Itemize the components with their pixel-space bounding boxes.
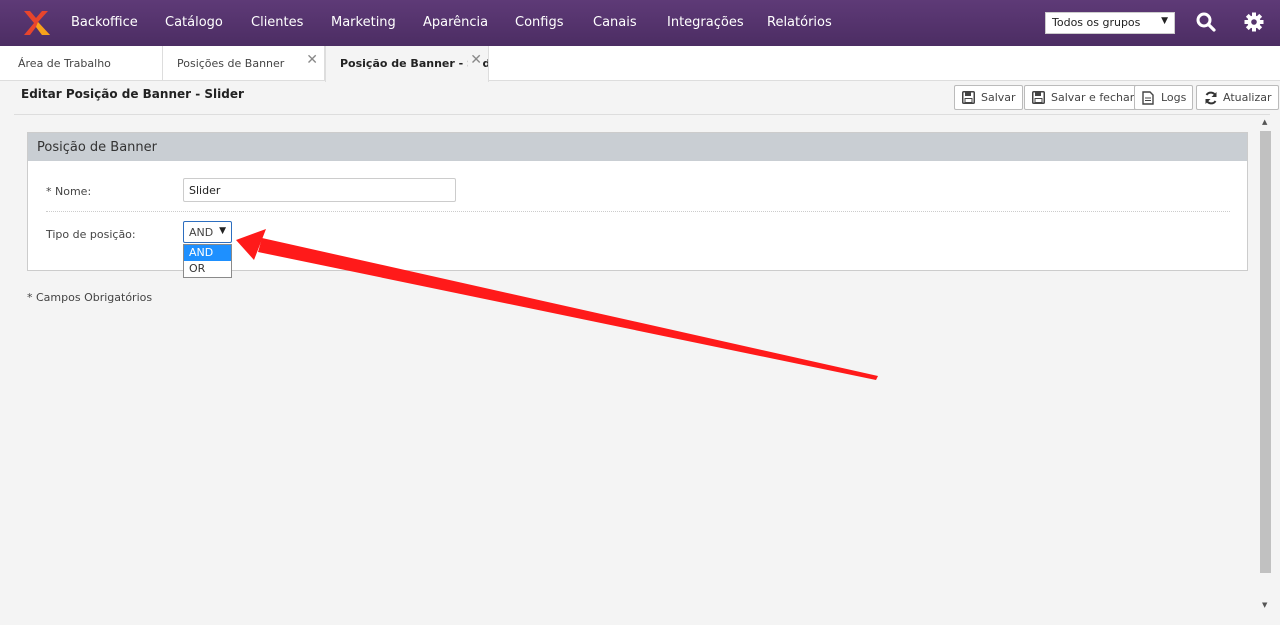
search-icon[interactable] [1195, 11, 1217, 33]
refresh-button-label: Atualizar [1223, 91, 1272, 104]
nav-integracoes[interactable]: Integrações [667, 15, 744, 30]
scrollbar-thumb[interactable] [1260, 131, 1271, 573]
group-select-value: Todos os grupos [1052, 16, 1141, 29]
save-button[interactable]: Salvar [954, 85, 1023, 110]
option-or[interactable]: OR [184, 261, 231, 277]
nav-clientes[interactable]: Clientes [251, 15, 303, 30]
nav-canais[interactable]: Canais [593, 15, 637, 30]
refresh-button[interactable]: Atualizar [1196, 85, 1279, 110]
app-logo[interactable] [22, 9, 50, 37]
floppy-icon [962, 91, 975, 104]
page-title: Editar Posição de Banner - Slider [21, 87, 244, 101]
tab-label: Área de Trabalho [18, 57, 111, 70]
position-type-dropdown: AND OR [183, 244, 232, 278]
nav-backoffice[interactable]: Backoffice [71, 15, 138, 30]
position-type-value: AND [189, 226, 214, 239]
document-icon [1142, 91, 1154, 105]
name-input-value: Slider [189, 184, 221, 197]
caret-down-icon: ▼ [1161, 16, 1168, 26]
caret-down-icon: ▼ [219, 226, 226, 236]
tab-area-de-trabalho[interactable]: Área de Trabalho [4, 46, 163, 81]
scroll-up-icon[interactable]: ▲ [1262, 118, 1267, 126]
nav-aparencia[interactable]: Aparência [423, 15, 488, 30]
group-select[interactable]: Todos os grupos ▼ [1045, 12, 1175, 34]
position-type-label: Tipo de posição: [46, 228, 136, 241]
nav-configs[interactable]: Configs [515, 15, 563, 30]
nav-marketing[interactable]: Marketing [331, 15, 396, 30]
scroll-down-icon[interactable]: ▼ [1262, 601, 1267, 609]
nav-relatorios[interactable]: Relatórios [767, 15, 832, 30]
name-input[interactable]: Slider [183, 178, 456, 202]
save-and-close-button[interactable]: Salvar e fechar [1024, 85, 1142, 110]
logs-button-label: Logs [1161, 91, 1187, 104]
banner-position-panel: Posição de Banner * Nome: Slider Tipo de… [27, 132, 1248, 278]
required-fields-note: * Campos Obrigatórios [27, 291, 153, 304]
close-icon[interactable]: ✕ [468, 52, 482, 68]
option-and[interactable]: AND [184, 245, 231, 261]
tab-label: Posição de Banner - Slid [340, 57, 489, 70]
tab-label: Posições de Banner [177, 57, 285, 70]
save-button-label: Salvar [981, 91, 1016, 104]
gear-icon[interactable] [1243, 11, 1265, 33]
logs-button[interactable]: Logs [1134, 85, 1194, 110]
tab-bar: Área de Trabalho Posições de Banner ✕ Po… [0, 46, 1280, 82]
header-divider [14, 114, 1270, 115]
top-navbar: Backoffice Catálogo Clientes Marketing A… [0, 0, 1280, 46]
save-and-close-label: Salvar e fechar [1051, 91, 1135, 104]
position-type-select[interactable]: AND ▼ [183, 221, 232, 243]
close-icon[interactable]: ✕ [306, 52, 318, 68]
tab-posicao-de-banner-slider[interactable]: Posição de Banner - Slid ✕ [325, 46, 489, 82]
floppy-icon [1032, 91, 1045, 104]
nav-catalogo[interactable]: Catálogo [165, 15, 223, 30]
refresh-icon [1205, 91, 1217, 105]
panel-title: Posição de Banner [28, 133, 1247, 161]
tab-posicoes-de-banner[interactable]: Posições de Banner ✕ [163, 46, 325, 81]
name-label: * Nome: [46, 185, 92, 198]
field-divider [46, 211, 1230, 212]
